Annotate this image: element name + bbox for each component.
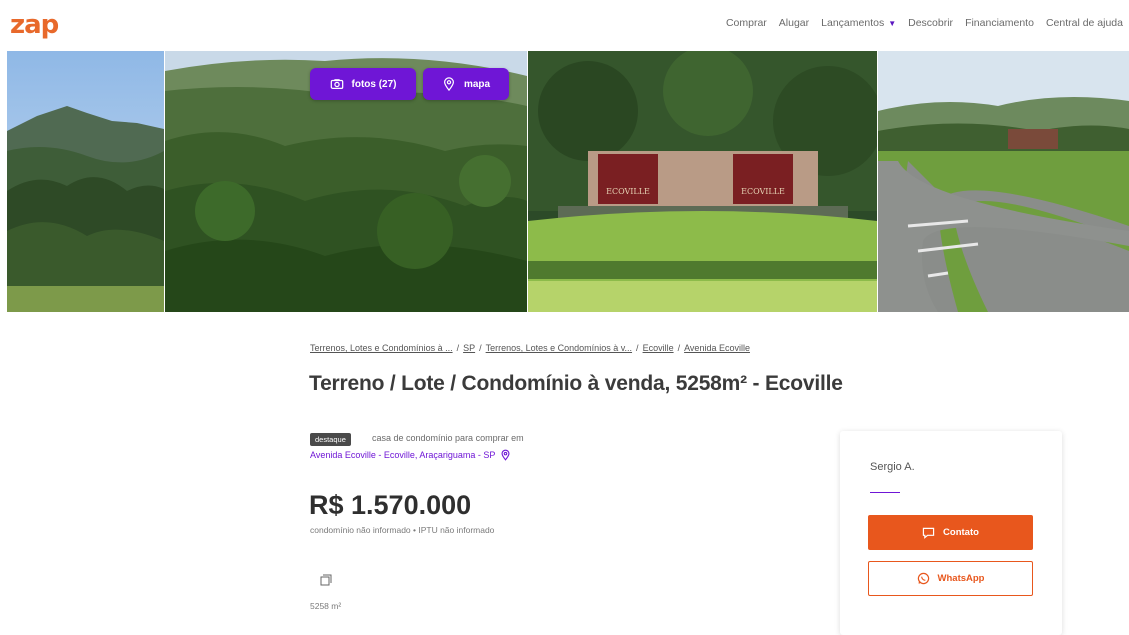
nav-comprar[interactable]: Comprar [720, 17, 773, 29]
nav-alugar-label: Alugar [778, 17, 810, 29]
top-header: zap Comprar Alugar Lançamentos ▼ Descobri… [0, 0, 1129, 50]
map-button-label: mapa [463, 78, 491, 90]
gallery-photo-4[interactable] [878, 51, 1129, 312]
address-text: Avenida Ecoville - Ecoville, Araçariguam… [310, 450, 496, 460]
chevron-down-icon: ▼ [888, 18, 897, 28]
contact-button[interactable]: Contato [868, 515, 1033, 550]
breadcrumb-separator: / [677, 343, 681, 353]
whatsapp-button[interactable]: WhatsApp [868, 561, 1033, 596]
highlight-badge: destaque [310, 433, 351, 446]
nav-descobrir-label: Descobrir [908, 17, 954, 29]
breadcrumb-item-street[interactable]: Avenida Ecoville [684, 343, 750, 353]
contact-button-label: Contato [943, 527, 979, 538]
chat-icon [922, 527, 935, 539]
nav-central-ajuda[interactable]: Central de ajuda [1040, 17, 1129, 29]
photo-gallery: ECOVILLE ECOVILLE fotos (27) mapa [0, 51, 1129, 312]
entrance-sign-photo: ECOVILLE ECOVILLE [528, 51, 877, 312]
zap-logo[interactable]: zap [10, 10, 59, 40]
mountain-photo [7, 51, 164, 312]
gallery-photo-1[interactable] [7, 51, 164, 312]
photos-button-label: fotos (27) [351, 78, 397, 90]
nav-descobrir[interactable]: Descobrir [902, 17, 959, 29]
nav-central-ajuda-label: Central de ajuda [1045, 17, 1123, 29]
nav-alugar[interactable]: Alugar [773, 17, 815, 29]
agent-divider [870, 492, 900, 493]
map-pin-icon [501, 449, 510, 461]
main-nav: Comprar Alugar Lançamentos ▼ Descobrir Fi… [720, 17, 1129, 29]
area-icon [320, 574, 332, 586]
map-button[interactable]: mapa [423, 68, 509, 100]
nav-lancamentos[interactable]: Lançamentos ▼ [815, 17, 902, 29]
whatsapp-button-label: WhatsApp [937, 573, 985, 584]
breadcrumb-separator: / [636, 343, 639, 353]
gallery-photo-3[interactable]: ECOVILLE ECOVILLE [528, 51, 877, 312]
agent-name: Sergio A. [870, 461, 915, 473]
breadcrumb-item-category[interactable]: Terrenos, Lotes e Condomínios à ... [310, 343, 453, 353]
listing-title: Terreno / Lote / Condomínio à venda, 525… [309, 372, 843, 395]
sign-text-left: ECOVILLE [606, 187, 650, 196]
nav-comprar-label: Comprar [725, 17, 767, 29]
breadcrumb-item-sale-category[interactable]: Terrenos, Lotes e Condomínios à v... [486, 343, 632, 353]
nav-financiamento-label: Financiamento [965, 17, 1034, 29]
listing-price: R$ 1.570.000 [309, 490, 472, 520]
camera-icon [330, 79, 343, 89]
area-value: 5258 m² [310, 601, 342, 611]
map-pin-icon [443, 77, 454, 91]
sign-text-right: ECOVILLE [741, 187, 785, 196]
breadcrumb-item-neighborhood[interactable]: Ecoville [643, 343, 674, 353]
photos-button[interactable]: fotos (27) [310, 68, 416, 100]
road-photo [878, 51, 1129, 312]
whatsapp-icon [917, 572, 929, 585]
breadcrumb: Terrenos, Lotes e Condomínios à ... / SP… [310, 343, 750, 353]
nav-lancamentos-label: Lançamentos [821, 17, 885, 29]
breadcrumb-item-state[interactable]: SP [463, 343, 475, 353]
contact-card: Sergio A. Contato WhatsApp [840, 431, 1062, 635]
listing-subtype: casa de condomínio para comprar em [372, 433, 524, 443]
listing-fees: condomínio não informado • IPTU não info… [310, 525, 495, 535]
listing-address[interactable]: Avenida Ecoville - Ecoville, Araçariguam… [310, 449, 511, 461]
nav-financiamento[interactable]: Financiamento [959, 17, 1040, 29]
breadcrumb-separator: / [479, 343, 482, 353]
breadcrumb-separator: / [456, 343, 460, 353]
